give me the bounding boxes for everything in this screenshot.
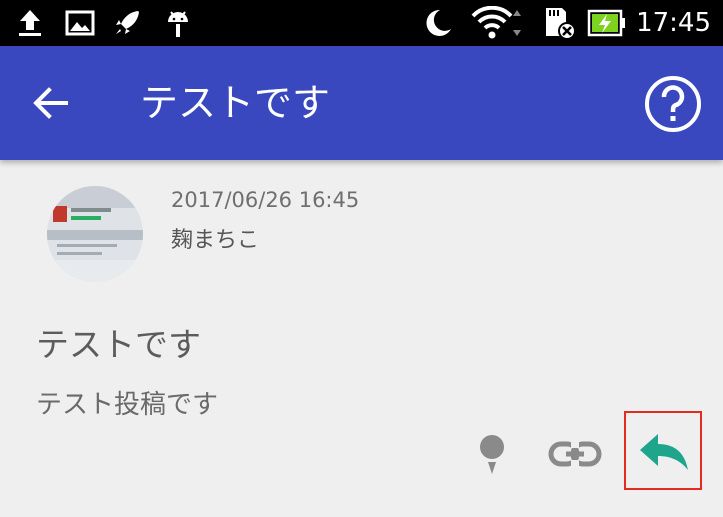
back-button[interactable] — [22, 78, 78, 128]
post-body: テスト投稿です — [36, 390, 219, 420]
battery-charging-icon — [586, 0, 628, 46]
location-button[interactable] — [470, 430, 514, 480]
post-title: テストです — [36, 325, 201, 364]
avatar[interactable] — [47, 186, 143, 282]
moon-icon — [420, 0, 456, 46]
page-title: テストです — [140, 81, 331, 125]
rocket-icon — [110, 0, 144, 46]
upload-icon — [14, 0, 46, 46]
android-icon — [160, 0, 196, 46]
reply-button[interactable] — [624, 411, 704, 492]
help-button[interactable] — [643, 74, 703, 134]
app-bar: テストです — [0, 46, 723, 160]
help-icon — [645, 76, 701, 132]
link-button[interactable] — [545, 432, 605, 476]
status-bar: 17:45 — [0, 0, 723, 46]
post-date: 2017/06/26 16:45 — [171, 188, 360, 212]
link-icon — [548, 441, 602, 467]
arrow-back-icon — [33, 87, 68, 119]
wifi-icon — [470, 0, 526, 46]
reply-icon — [640, 433, 688, 470]
pin-icon — [480, 435, 504, 474]
image-icon — [63, 0, 97, 46]
sd-card-icon — [538, 0, 578, 46]
status-time: 17:45 — [636, 8, 711, 38]
post-author: 麹まちこ — [171, 228, 260, 253]
